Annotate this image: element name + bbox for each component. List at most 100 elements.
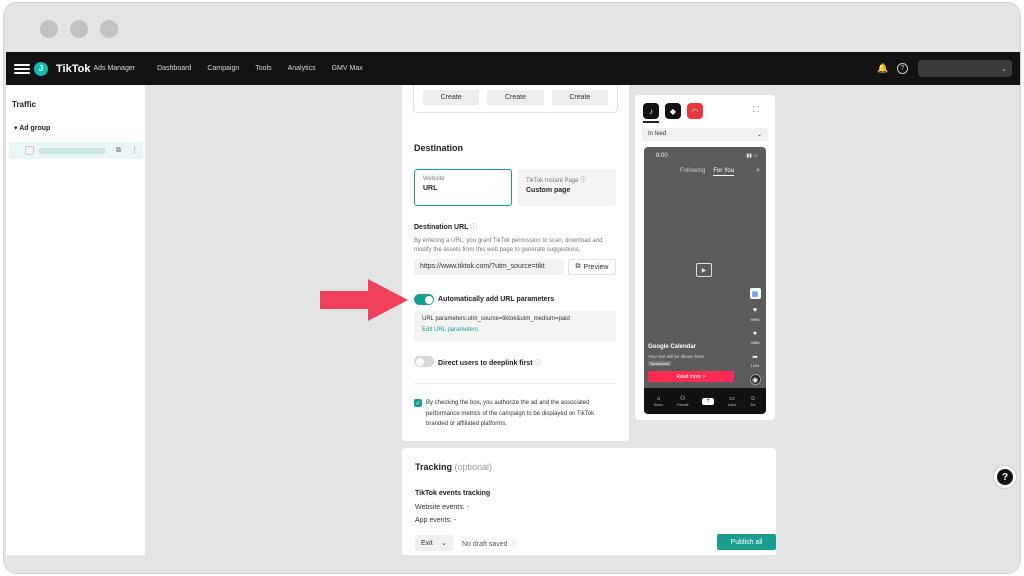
placement-select[interactable]: In feed ⌄ xyxy=(642,128,768,141)
edit-url-params-link[interactable]: Edit URL parameters xyxy=(422,327,608,333)
window-controls xyxy=(40,20,118,38)
divider xyxy=(414,383,616,384)
global-app-platform-icon[interactable]: ◠ xyxy=(687,103,703,119)
expand-icon[interactable]: ⛶ xyxy=(753,105,759,115)
create-button[interactable]: Create xyxy=(423,90,480,105)
chevron-down-icon: ⌄ xyxy=(756,132,762,138)
nav-campaign[interactable]: Campaign xyxy=(207,65,239,72)
comment-icon: ● xyxy=(752,330,758,337)
tracking-title: Tracking (optional) xyxy=(415,462,493,472)
topbar-actions: 🔔 ? ⌄ xyxy=(877,60,1012,77)
sidebar-item-ad-group[interactable]: ▾ Ad group xyxy=(14,124,50,132)
phone-tab-for-you: For You xyxy=(713,168,735,176)
phone-side-actions: ▦ ♥ 9998 ● 3456 ➦ 1234 ◉ xyxy=(747,288,763,385)
bell-icon[interactable]: 🔔 xyxy=(877,63,888,74)
toggle-knob xyxy=(415,357,424,366)
more-icon[interactable]: ⋮ xyxy=(131,147,138,155)
ad-settings-card: Create Create Create Destination Website… xyxy=(402,85,629,441)
info-icon: ⓘ xyxy=(509,541,517,548)
toggle-knob xyxy=(424,295,433,304)
preview-brand-name: Google Calendar xyxy=(648,344,697,350)
deeplink-toggle[interactable] xyxy=(414,356,434,367)
nav-analytics[interactable]: Analytics xyxy=(288,65,316,72)
logo-text: TikTok xyxy=(56,62,91,75)
friends-icon: ⚇ xyxy=(679,396,686,402)
app-events: App events: - xyxy=(415,517,457,524)
minimize-window-button[interactable] xyxy=(70,20,88,38)
option-value: Custom page xyxy=(526,187,571,194)
destination-url-label: Destination URL ⓘ xyxy=(414,224,478,231)
platform-tabs: ♪ ◆ ◠ xyxy=(643,103,703,119)
info-icon: ⓘ xyxy=(470,224,478,231)
avatar[interactable]: J xyxy=(34,61,48,76)
auto-url-params-toggle[interactable] xyxy=(414,294,434,305)
video-placeholder-icon: ▶ xyxy=(696,263,712,277)
browser-window: J TikTok Ads Manager Dashboard Campaign … xyxy=(3,2,1021,574)
search-icon: ⌕ xyxy=(756,167,760,174)
phone-tab-following: Following xyxy=(680,168,706,174)
sidebar-title[interactable]: Traffic xyxy=(12,100,36,109)
destination-option-instant-page[interactable]: TikTok Instant Page ⓘ Custom page xyxy=(518,169,616,206)
publish-all-button[interactable]: Publish all xyxy=(717,534,776,550)
help-float-button[interactable]: ? xyxy=(994,466,1016,488)
auto-url-params-label: Automatically add URL parameters xyxy=(438,296,555,303)
phone-feed-tabs: Following For You xyxy=(680,168,735,176)
phone-bottom-nav: ⌂ Home ⚇ Friends + ▭ Inbox ☺ Me xyxy=(644,388,766,414)
events-tracking-title: TikTok events tracking xyxy=(415,490,491,497)
destination-title: Destination xyxy=(414,143,464,153)
comment-count: 3456 xyxy=(750,340,760,345)
main-content: Create Create Create Destination Website… xyxy=(145,85,1020,555)
destination-url-input[interactable]: https://www.tiktok.com/?utm_source=tikt xyxy=(414,259,564,275)
consent-text: By checking the box, you authorize the a… xyxy=(426,400,595,427)
draft-status: No draft saved ⓘ xyxy=(462,541,517,548)
option-label: TikTok Instant Page ⓘ xyxy=(526,178,587,184)
close-window-button[interactable] xyxy=(40,20,58,38)
ad-preview-panel: ♪ ◆ ◠ ⛶ In feed ⌄ 8:00 ▮▮ ▭ Following For… xyxy=(635,95,775,420)
preview-cta-button: Read more > xyxy=(648,371,734,382)
inbox-icon: ▭ xyxy=(729,396,735,402)
preview-button[interactable]: ⧉ Preview xyxy=(568,259,616,275)
chevron-down-icon: ⌄ xyxy=(441,540,447,547)
profile-icon: ☺ xyxy=(750,395,757,402)
info-icon: ⓘ xyxy=(580,178,587,184)
preview-caption: Your text will be shown here xyxy=(648,354,704,359)
red-arrow-annotation xyxy=(320,279,408,321)
help-icon[interactable]: ? xyxy=(897,63,908,74)
tiktok-platform-icon[interactable]: ♪ xyxy=(643,103,659,119)
nav-dashboard[interactable]: Dashboard xyxy=(157,65,191,72)
option-value: URL xyxy=(423,185,438,192)
deeplink-label: Direct users to deeplink first ⓘ xyxy=(438,360,542,367)
exit-button[interactable]: Exit ⌄ xyxy=(415,535,453,551)
logo-subtext: Ads Manager xyxy=(93,65,136,72)
plus-icon: + xyxy=(702,397,715,405)
create-button[interactable]: Create xyxy=(551,90,608,105)
external-link-icon: ⧉ xyxy=(575,263,581,270)
phone-nav-friends: ⚇ Friends xyxy=(676,396,689,407)
consent-checkbox[interactable]: ✓ xyxy=(414,399,422,407)
active-tab-indicator xyxy=(643,121,659,123)
maximize-window-button[interactable] xyxy=(100,20,118,38)
pangle-platform-icon[interactable]: ◆ xyxy=(665,103,681,119)
destination-url-help: By entering a URL, you grant TikTok perm… xyxy=(414,238,603,253)
sidebar: Traffic ▾ Ad group ⧉ ⋮ xyxy=(6,85,145,555)
sidebar-item-ad[interactable]: ⧉ ⋮ xyxy=(9,142,143,159)
share-icon: ➦ xyxy=(752,353,758,361)
tiktok-logo[interactable]: TikTok Ads Manager xyxy=(56,63,135,75)
phone-nav-inbox: ▭ Inbox xyxy=(727,396,737,407)
copy-icon[interactable]: ⧉ xyxy=(116,147,121,155)
main-nav: Dashboard Campaign Tools Analytics GMV M… xyxy=(157,65,363,72)
account-selector[interactable]: ⌄ xyxy=(918,60,1012,77)
like-count: 9998 xyxy=(750,317,760,322)
phone-nav-me: ☺ Me xyxy=(750,395,757,407)
url-params-text: URL parameters:utm_source=tiktok&utm_med… xyxy=(422,316,570,322)
create-button[interactable]: Create xyxy=(487,90,544,105)
nav-gmv-max[interactable]: GMV Max xyxy=(332,65,363,72)
placement-value: In feed xyxy=(648,131,667,137)
destination-option-website[interactable]: Website URL xyxy=(414,169,512,206)
hamburger-menu-icon[interactable] xyxy=(14,61,30,77)
nav-tools[interactable]: Tools xyxy=(255,65,271,72)
chevron-down-icon: ⌄ xyxy=(1001,65,1007,73)
share-count: 1234 xyxy=(750,363,760,368)
phone-time: 8:00 xyxy=(656,153,668,159)
phone-preview: 8:00 ▮▮ ▭ Following For You ⌕ ▶ ▦ ♥ 9998… xyxy=(644,147,766,414)
